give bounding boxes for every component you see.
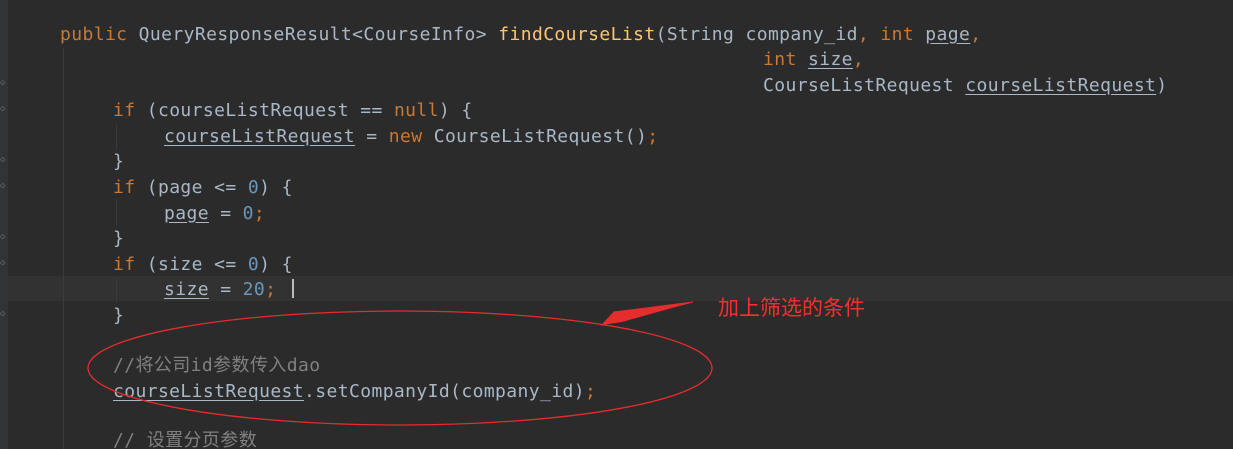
constructor-call: CourseListRequest() (422, 126, 648, 147)
fold-marker-icon[interactable]: ◇ (0, 232, 6, 242)
code-line-6[interactable]: } (113, 149, 124, 174)
fold-marker-icon[interactable]: ◇ (0, 104, 6, 114)
code-line-3[interactable]: CourseListRequest courseListRequest) (763, 73, 1168, 98)
variable-size: size (164, 279, 209, 300)
condition-text: (courseListRequest == (135, 100, 394, 121)
brace: } (113, 151, 125, 172)
code-line-13[interactable]: //将公司id参数传入dao (113, 353, 320, 378)
return-type: QueryResponseResult<CourseInfo> (127, 24, 499, 45)
keyword: int (763, 49, 797, 70)
annotation-arrow-icon (600, 301, 694, 326)
punctuation: , (852, 49, 865, 70)
code-line-12[interactable]: } (113, 303, 124, 328)
variable-course-list-request: courseListRequest (965, 75, 1157, 96)
punctuation: , (857, 24, 881, 45)
variable-course-list-request: courseListRequest (113, 381, 305, 402)
condition-end: ) { (259, 177, 293, 198)
code-line-14[interactable]: courseListRequest.setCompanyId(company_i… (113, 379, 596, 404)
code-line-9[interactable]: } (113, 226, 124, 251)
number-literal: 0 (247, 177, 260, 198)
number-literal: 0 (242, 203, 254, 224)
code-line-1[interactable]: public QueryResponseResult<CourseInfo> f… (60, 22, 982, 47)
method-name: findCourseList (498, 24, 656, 45)
keyword: if (113, 100, 136, 121)
code-line-2[interactable]: int size, (763, 47, 864, 72)
code-line-8[interactable]: page = 0; (164, 201, 265, 226)
code-comment: //将公司id参数传入dao (113, 355, 321, 376)
keyword: int (880, 24, 915, 45)
punctuation: ; (647, 126, 659, 147)
editor-gutter[interactable] (0, 0, 8, 449)
variable-page: page (925, 24, 971, 45)
fold-marker-icon[interactable]: ◇ (0, 78, 6, 88)
code-line-7[interactable]: if (page <= 0) { (113, 175, 293, 200)
assign-op: = (208, 203, 243, 224)
code-line-10[interactable]: if (size <= 0) { (113, 252, 293, 277)
variable-size: size (807, 49, 853, 70)
punctuation: , (970, 24, 982, 45)
annotation-label: 加上筛选的条件 (718, 296, 865, 320)
keyword: new (388, 126, 423, 147)
keyword: if (113, 254, 136, 275)
assign-op: = (208, 279, 243, 300)
variable-page: page (164, 203, 209, 224)
indent-guide (63, 48, 64, 449)
fold-marker-icon[interactable]: ◇ (0, 258, 6, 268)
code-editor[interactable]: ◇ ◇ ◇ ◇ ◇ ◇ ◇ public QueryResponseResult… (0, 0, 1233, 449)
code-comment: // 设置分页参数 (113, 430, 258, 449)
brace: } (113, 228, 125, 249)
brace: } (113, 305, 125, 326)
code-line-5[interactable]: courseListRequest = new CourseListReques… (164, 124, 658, 149)
number-literal: 20 (242, 279, 266, 300)
punctuation: ; (265, 279, 277, 300)
code-line-15[interactable]: // 设置分页参数 (113, 428, 257, 449)
fold-marker-icon[interactable]: ◇ (0, 181, 6, 191)
param-text: (String company_id (655, 24, 858, 45)
method-call: .setCompanyId(company_id) (304, 381, 585, 402)
keyword: public (60, 24, 128, 45)
keyword: null (393, 100, 439, 121)
condition-end: ) { (259, 254, 293, 275)
assign-op: = (355, 126, 389, 147)
condition-end: ) { (438, 100, 473, 121)
variable-course-list-request: courseListRequest (164, 126, 356, 147)
text-caret (292, 279, 294, 298)
param-type: CourseListRequest (763, 75, 966, 96)
fold-marker-icon[interactable]: ◇ (0, 155, 6, 165)
punctuation: ; (253, 203, 266, 224)
fold-marker-icon[interactable]: ◇ (0, 309, 6, 319)
keyword: if (113, 177, 136, 198)
condition-text: (page <= (135, 177, 248, 198)
code-line-11[interactable]: size = 20; (164, 277, 276, 302)
annotation-arrow-icon (602, 302, 693, 325)
condition-text: (size <= (135, 254, 248, 275)
punctuation: ) (1156, 75, 1168, 96)
number-literal: 0 (247, 254, 260, 275)
code-line-4[interactable]: if (courseListRequest == null) { (113, 98, 473, 123)
indent-guide (116, 278, 117, 303)
indent-guide (116, 124, 117, 149)
punctuation: ; (584, 381, 597, 402)
indent-guide (116, 201, 117, 226)
